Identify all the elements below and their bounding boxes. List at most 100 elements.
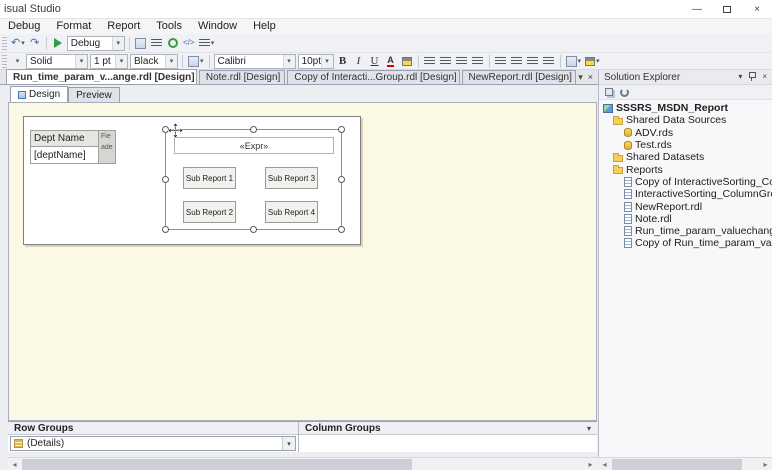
increase-indent-button[interactable] [541, 53, 557, 69]
menu-debug[interactable]: Debug [0, 19, 48, 34]
scroll-left-button[interactable]: ◂ [8, 458, 21, 470]
tree-item-note-rdl[interactable]: Note.rdl [599, 213, 772, 225]
scroll-left-button[interactable]: ◂ [598, 458, 611, 470]
menu-tools[interactable]: Tools [148, 19, 190, 34]
details-dropdown-icon[interactable]: ▾ [282, 437, 295, 450]
refresh-icon[interactable] [620, 88, 629, 97]
navigate-backward-button[interactable]: ↶ ▾ [9, 35, 27, 51]
border-color-combo[interactable]: Black ▾ [130, 54, 178, 69]
document-tab-bar: Run_time_param_v...ange.rdl [Design] Not… [0, 70, 598, 85]
details-group-item[interactable]: (Details) ▾ [10, 436, 296, 451]
align-left-button[interactable] [422, 53, 438, 69]
selection-handle-bottom-left[interactable] [162, 226, 169, 233]
chevron-down-icon: ▾ [596, 58, 600, 65]
align-right-button[interactable] [454, 53, 470, 69]
table-header-cell[interactable]: Dept Name [30, 130, 99, 147]
design-horizontal-scrollbar[interactable]: ◂ ▸ [8, 457, 597, 470]
tree-item-shared-datasets[interactable]: Shared Datasets [599, 151, 772, 163]
expression-textbox[interactable]: «Expr» [174, 137, 334, 154]
refresh-button[interactable] [165, 35, 181, 51]
view-code-button[interactable]: </> [181, 35, 197, 51]
start-debugging-button[interactable] [50, 35, 66, 51]
selection-handle-top-middle[interactable] [250, 126, 257, 133]
menu-window[interactable]: Window [190, 19, 245, 34]
table-data-cell[interactable]: [deptName] [30, 146, 99, 164]
tab-design[interactable]: Design [10, 86, 68, 102]
font-size-combo[interactable]: 10pt ▾ [298, 54, 334, 69]
doc-tab-newreport[interactable]: NewReport.rdl [Design] [462, 70, 577, 84]
align-justify-button[interactable] [470, 53, 486, 69]
border-style-combo[interactable]: Solid ▾ [26, 54, 88, 69]
report-body[interactable]: Dept Name [deptName] Fie ade «Expr» Sub … [23, 116, 361, 245]
bullet-list-button[interactable] [509, 53, 525, 69]
selection-handle-bottom-right[interactable] [338, 226, 345, 233]
tree-item-run-time-param-valuechange-rdl[interactable]: Run_time_param_valuechange.rdl [599, 225, 772, 237]
toolbox-button[interactable] [149, 35, 165, 51]
doc-tab-note[interactable]: Note.rdl [Design] [199, 70, 286, 84]
close-panel-icon[interactable]: × [762, 73, 767, 81]
selection-handle-top-right[interactable] [338, 126, 345, 133]
task-list-button[interactable]: ▾ [197, 35, 217, 51]
tree-item-copy-run-time-param[interactable]: Copy of Run_time_param_valuecha [599, 237, 772, 249]
font-family-combo[interactable]: Calibri ▾ [214, 54, 296, 69]
tree-item-shared-data-sources[interactable]: Shared Data Sources [599, 114, 772, 126]
tab-preview[interactable]: Preview [68, 87, 120, 102]
collapse-all-icon[interactable] [605, 88, 613, 96]
solution-explorer-header[interactable]: Solution Explorer ▾ × [599, 70, 772, 85]
subreport-1[interactable]: Sub Report 1 [183, 167, 236, 189]
maximize-button[interactable] [712, 0, 742, 18]
scrollbar-thumb[interactable] [612, 459, 742, 470]
solution-explorer-scrollbar[interactable]: ◂ ▸ [598, 457, 772, 470]
scroll-right-button[interactable]: ▸ [759, 458, 772, 470]
active-files-dropdown-icon[interactable]: ▾ [578, 73, 583, 82]
close-document-icon[interactable]: × [588, 73, 593, 82]
decrease-indent-button[interactable] [525, 53, 541, 69]
menu-report[interactable]: Report [99, 19, 148, 34]
bold-button[interactable]: B [335, 53, 351, 69]
selection-handle-bottom-middle[interactable] [250, 226, 257, 233]
scrollbar-thumb[interactable] [22, 459, 412, 470]
tree-item-test-rds[interactable]: Test.rds [599, 139, 772, 151]
border-preset-button[interactable]: ▾ [186, 53, 206, 69]
subreport-2[interactable]: Sub Report 2 [183, 201, 236, 223]
scroll-right-button[interactable]: ▸ [584, 458, 597, 470]
design-surface[interactable]: Dept Name [deptName] Fie ade «Expr» Sub … [8, 102, 597, 421]
properties-window-button[interactable] [133, 35, 149, 51]
subreport-4[interactable]: Sub Report 4 [265, 201, 318, 223]
tab-preview-label: Preview [76, 90, 112, 101]
fill-color-button[interactable]: ▾ [583, 53, 602, 69]
italic-button[interactable]: I [351, 53, 367, 69]
underline-button[interactable]: U [367, 53, 383, 69]
details-group-label: (Details) [27, 438, 64, 449]
menu-format[interactable]: Format [48, 19, 99, 34]
doc-tab-copy-interactive[interactable]: Copy of Interacti...Group.rdl [Design] [287, 70, 459, 84]
tree-item-project[interactable]: SSSRS_MSDN_Report [599, 102, 772, 114]
navigate-forward-button[interactable]: ↷ [27, 35, 43, 51]
selected-rectangle-container[interactable]: «Expr» Sub Report 1 Sub Report 2 Sub Rep… [165, 129, 342, 230]
background-color-button[interactable] [399, 53, 415, 69]
align-center-button[interactable] [438, 53, 454, 69]
table-clipped-column[interactable]: Fie ade [98, 130, 116, 164]
border-width-combo[interactable]: 1 pt ▾ [90, 54, 128, 69]
merge-cells-button[interactable]: ▾ [564, 53, 584, 69]
selection-handle-middle-right[interactable] [338, 176, 345, 183]
solution-configurations-combo[interactable]: Debug ▾ [67, 36, 125, 51]
menu-help[interactable]: Help [245, 19, 284, 34]
close-button[interactable]: × [742, 0, 772, 18]
tree-item-copy-interactivesorting[interactable]: Copy of InteractiveSorting_Column [599, 176, 772, 188]
tree-item-newreport-rdl[interactable]: NewReport.rdl [599, 200, 772, 212]
numbered-list-button[interactable] [493, 53, 509, 69]
tree-item-adv-rds[interactable]: ADV.rds [599, 127, 772, 139]
minimize-button[interactable]: — [682, 0, 712, 18]
doc-tab-run-time-param[interactable]: Run_time_param_v...ange.rdl [Design] [6, 69, 197, 84]
folder-icon [613, 118, 623, 125]
tree-item-reports[interactable]: Reports [599, 163, 772, 175]
window-position-icon[interactable]: ▾ [738, 73, 742, 81]
pin-icon[interactable] [748, 72, 756, 82]
tree-item-interactivesorting-columngroup[interactable]: InteractiveSorting_ColumnGroup.rc [599, 188, 772, 200]
toolbar-options-button[interactable]: ▾ [9, 53, 25, 69]
column-groups-chevron-icon[interactable]: ▾ [587, 424, 591, 433]
subreport-3[interactable]: Sub Report 3 [265, 167, 318, 189]
font-color-button[interactable]: A [383, 53, 399, 69]
selection-handle-middle-left[interactable] [162, 176, 169, 183]
